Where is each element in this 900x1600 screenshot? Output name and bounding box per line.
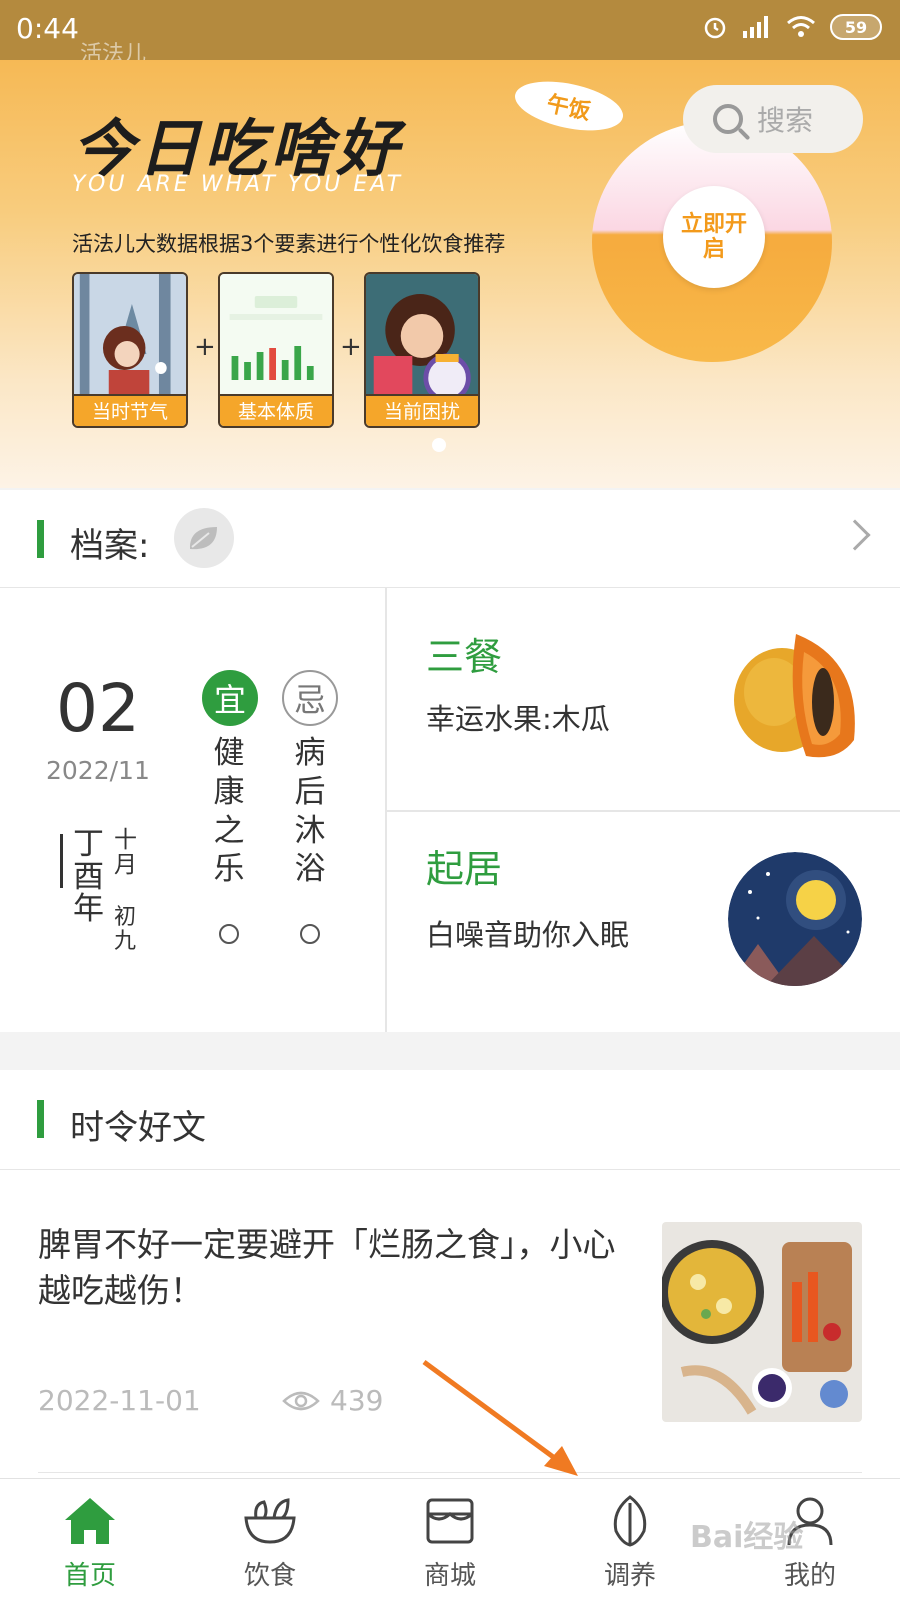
leaf-avatar-icon <box>189 527 217 550</box>
lunar-month: 十月 <box>114 827 137 879</box>
winter-girl-illustration <box>74 274 186 398</box>
routine-tile[interactable]: 起居 白噪音助你入眠 <box>387 812 900 1032</box>
calendar-day: 02 <box>56 670 140 747</box>
nav-label: 调养 <box>603 1561 656 1591</box>
lunar-divider <box>60 834 63 888</box>
chevron-right-icon[interactable] <box>839 519 871 551</box>
moon-night-image <box>728 852 862 986</box>
factor-label: 当前困扰 <box>366 394 478 426</box>
status-icons: 59 <box>702 14 882 40</box>
nav-shop[interactable]: 商城 <box>360 1479 540 1600</box>
plus-sign: + <box>340 332 362 362</box>
avatar[interactable] <box>174 508 234 568</box>
bar-chart-illustration <box>220 274 332 398</box>
status-time: 0:44 <box>16 12 79 45</box>
daily-info-section: 02 2022/11 丁酉年 十月 初九 宜 忌 健康之乐 病后沐浴 三餐 幸运… <box>0 588 900 1032</box>
leaf-icon <box>600 1493 660 1549</box>
lunar-year: 丁酉年 <box>73 826 104 928</box>
articles-header: 时令好文 <box>0 1070 900 1170</box>
signal-icon <box>743 16 768 38</box>
factor-card-constitution: 基本体质 <box>218 272 334 428</box>
section-accent-bar <box>37 520 44 558</box>
shop-icon <box>420 1493 480 1549</box>
yi-text: 健康之乐 <box>213 735 245 888</box>
article-thumbnail <box>662 1222 862 1422</box>
nav-label: 商城 <box>423 1561 476 1591</box>
banner-subtitle: YOU ARE WHAT YOU EAT <box>72 172 404 197</box>
calendar-year-month: 2022/11 <box>46 756 150 785</box>
ji-ring <box>300 924 320 944</box>
carousel-indicator[interactable] <box>432 438 446 452</box>
alarm-icon <box>704 17 726 39</box>
factor-card-solar-term: 当时节气 <box>72 272 188 428</box>
bowl-icon <box>240 1493 300 1549</box>
nav-diet[interactable]: 饮食 <box>180 1479 360 1600</box>
nav-label: 我的 <box>783 1561 836 1591</box>
article-views: 439 <box>282 1384 383 1417</box>
home-icon <box>60 1493 120 1549</box>
plus-sign: + <box>194 332 216 362</box>
search-label: 搜索 <box>757 104 814 137</box>
profile-label: 档案: <box>70 526 150 566</box>
routine-subtitle: 白噪音助你入眠 <box>426 918 630 952</box>
view-count: 439 <box>330 1384 384 1417</box>
yi-ring <box>219 924 239 944</box>
nav-home[interactable]: 首页 <box>0 1479 180 1600</box>
article-date: 2022-11-01 <box>38 1384 201 1417</box>
lunar-day: 初九 <box>114 905 137 955</box>
search-icon <box>713 104 743 134</box>
yi-badge: 宜 <box>202 670 258 726</box>
factor-card-concern: 当前困扰 <box>364 272 480 428</box>
battery-indicator: 59 <box>830 14 882 40</box>
promo-banner[interactable]: 今日吃啥好 YOU ARE WHAT YOU EAT 活法儿大数据根据3个要素进… <box>0 60 900 488</box>
banner-description: 活法儿大数据根据3个要素进行个性化饮食推荐 <box>72 232 506 256</box>
factor-label: 当时节气 <box>74 394 186 426</box>
articles-title: 时令好文 <box>70 1108 206 1148</box>
search-button[interactable]: 搜索 <box>683 85 863 153</box>
routine-title: 起居 <box>426 847 503 891</box>
start-button[interactable]: 立即开启 <box>663 186 765 288</box>
ji-badge: 忌 <box>282 670 338 726</box>
eye-icon <box>282 1391 320 1410</box>
nav-label: 饮食 <box>243 1561 296 1591</box>
status-bar: 0:44 活法儿 59 <box>0 0 900 67</box>
profile-row[interactable]: 档案: <box>0 490 900 588</box>
section-accent-bar <box>37 1100 44 1138</box>
meals-tile[interactable]: 三餐 幸运水果:木瓜 <box>387 588 900 810</box>
site-watermark: Bai经验 <box>690 1520 804 1555</box>
nav-label: 首页 <box>63 1561 116 1591</box>
annotation-arrow <box>422 1359 578 1476</box>
wifi-icon <box>787 16 815 37</box>
factor-label: 基本体质 <box>220 394 332 426</box>
meals-subtitle: 幸运水果:木瓜 <box>426 702 610 736</box>
meals-title: 三餐 <box>426 635 503 679</box>
article-headline: 脾胃不好一定要避开「烂肠之食」，小心越吃越伤！ <box>38 1225 616 1310</box>
worried-woman-illustration <box>366 274 478 398</box>
meal-tag: 午饭 <box>510 73 628 139</box>
ji-text: 病后沐浴 <box>294 735 326 888</box>
papaya-image <box>734 634 855 758</box>
